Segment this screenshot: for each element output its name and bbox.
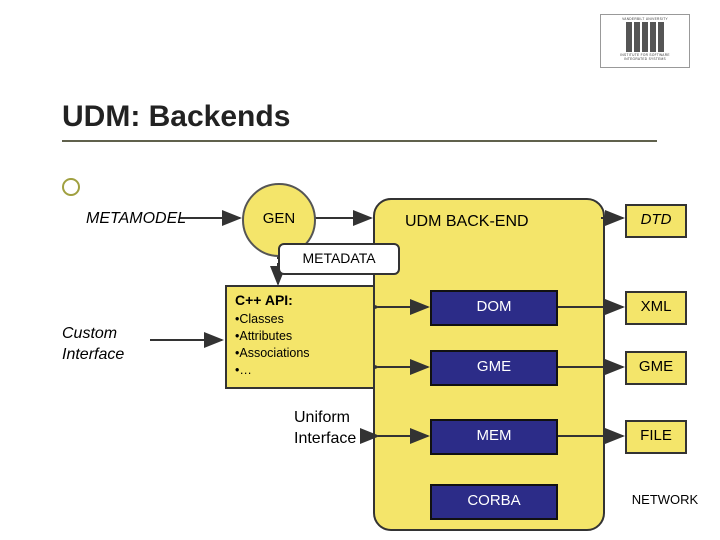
backend-dom: DOM [430, 290, 558, 326]
api-item: •Classes [235, 311, 365, 328]
backend-corba: CORBA [430, 484, 558, 520]
page-title: UDM: Backends [62, 100, 290, 134]
metamodel-label: METAMODEL [86, 210, 186, 228]
api-item: •Attributes [235, 328, 365, 345]
output-network: NETWORK [625, 492, 705, 507]
title-rule [62, 140, 657, 142]
bullet-icon [62, 178, 80, 196]
output-file: FILE [625, 420, 687, 454]
backend-mem: MEM [430, 419, 558, 455]
api-box: C++ API: •Classes •Attributes •Associati… [225, 285, 375, 389]
backend-title: UDM BACK-END [405, 213, 529, 231]
output-xml: XML [625, 291, 687, 325]
api-item: •Associations [235, 345, 365, 362]
backend-gme: GME [430, 350, 558, 386]
dtd-box: DTD [625, 204, 687, 238]
custom-interface-label: CustomInterface [62, 324, 124, 366]
api-title: C++ API: [235, 292, 365, 308]
university-logo: VANDERBILT UNIVERSITY INSTITUTE FOR SOFT… [600, 14, 690, 68]
api-item: •… [235, 362, 365, 379]
uniform-interface-label: UniformInterface [294, 408, 356, 450]
metadata-box: METADATA [278, 243, 400, 275]
output-gme: GME [625, 351, 687, 385]
